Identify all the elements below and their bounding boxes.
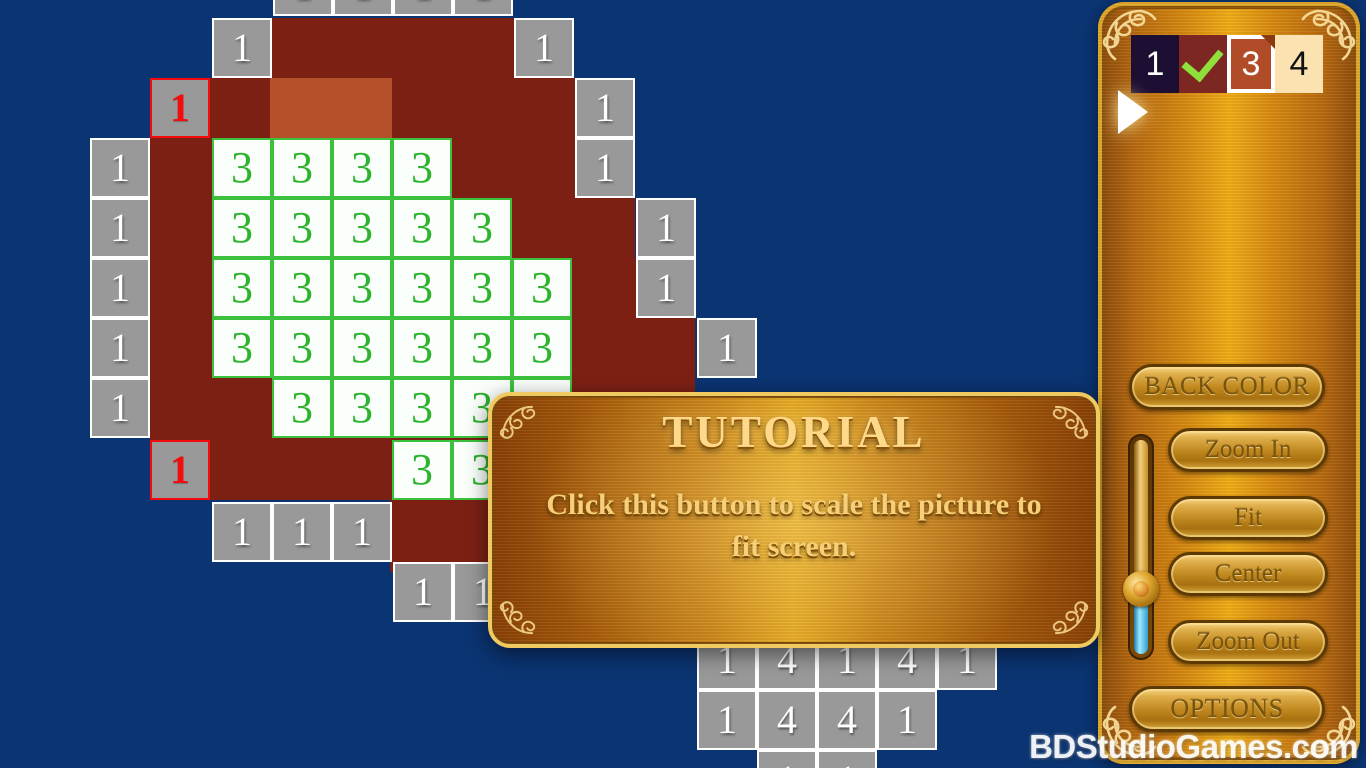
zoom-out-button[interactable]: Zoom Out [1168,620,1328,664]
dog-ear-icon [1261,35,1275,49]
palette-swatch-4[interactable]: 4 [1275,35,1323,93]
clue-cell[interactable]: 1 [90,378,150,438]
clue-cell[interactable]: 1 [90,138,150,198]
open-number-cell[interactable]: 3 [392,258,452,318]
options-button[interactable]: OPTIONS [1129,686,1325,732]
open-number-cell[interactable]: 3 [332,318,392,378]
open-number-cell[interactable]: 3 [332,198,392,258]
tutorial-dialog[interactable]: TUTORIAL Click this button to scale the … [488,392,1100,648]
open-number-cell[interactable]: 3 [392,198,452,258]
clue-cell[interactable]: 1 [90,258,150,318]
clue-cell[interactable]: 1 [90,198,150,258]
open-number-cell[interactable]: 3 [452,258,512,318]
open-number-cell[interactable]: 3 [452,198,512,258]
open-number-cell[interactable]: 3 [392,138,452,198]
clue-cell-selected[interactable]: 1 [150,440,210,500]
clue-cell[interactable]: 1 [272,502,332,562]
open-number-cell[interactable]: 3 [512,318,572,378]
control-panel: 134 BACK COLOR Zoom In Fit Center Zoom O… [1098,2,1360,764]
clue-cell[interactable]: 1 [90,318,150,378]
open-number-cell[interactable]: 3 [332,138,392,198]
open-number-cell[interactable]: 3 [332,258,392,318]
clue-cell[interactable]: 1 [877,690,937,750]
zoom-slider-knob[interactable] [1123,571,1159,607]
open-number-cell[interactable]: 3 [272,138,332,198]
ornament-corner-icon [1052,601,1089,635]
clue-cell[interactable]: 4 [757,690,817,750]
open-number-cell[interactable]: 3 [332,378,392,438]
clue-cell[interactable]: 1 [575,138,635,198]
color-palette[interactable]: 134 [1131,35,1323,93]
open-number-cell[interactable]: 3 [212,198,272,258]
zoom-slider-fill-upper [1134,440,1148,590]
clue-cell[interactable]: 1 [575,78,635,138]
clue-cell[interactable]: 1 [636,258,696,318]
clue-cell[interactable]: 1 [636,198,696,258]
fit-button[interactable]: Fit [1168,496,1328,540]
palette-swatch-1[interactable]: 1 [1131,35,1179,93]
clue-cell[interactable]: 1 [757,750,817,768]
center-button[interactable]: Center [1168,552,1328,596]
clue-cell[interactable]: 1 [333,0,393,16]
clue-cell[interactable]: 1 [697,318,757,378]
clue-cell[interactable]: 1 [697,690,757,750]
puzzle-board[interactable]: 3333333333333333333333333333311111111111… [0,0,1100,768]
open-number-cell[interactable]: 3 [212,258,272,318]
watermark: BDStudioGames.com [1029,728,1358,765]
clue-cell[interactable]: 1 [332,502,392,562]
zoom-in-button[interactable]: Zoom In [1168,428,1328,472]
clue-cell-selected[interactable]: 1 [150,78,210,138]
clue-cell[interactable]: 1 [393,562,453,622]
open-number-cell[interactable]: 3 [452,318,512,378]
zoom-slider[interactable] [1123,434,1159,660]
clue-cell[interactable]: 1 [212,18,272,78]
tutorial-title: TUTORIAL [662,407,926,457]
clue-cell[interactable]: 1 [212,502,272,562]
clue-cell[interactable]: 1 [817,750,877,768]
open-number-cell[interactable]: 3 [512,258,572,318]
tutorial-message: Click this button to scale the picture t… [546,488,1042,563]
ornament-corner-icon [499,601,536,635]
open-number-cell[interactable]: 3 [392,318,452,378]
open-number-cell[interactable]: 3 [392,378,452,438]
tutorial-pointer-arrow-icon [1118,90,1148,134]
open-number-cell[interactable]: 3 [272,378,332,438]
clue-cell[interactable]: 4 [817,690,877,750]
check-icon [1180,38,1224,83]
palette-swatch-3[interactable]: 3 [1227,35,1275,93]
clue-cell[interactable]: 1 [514,18,574,78]
clue-cell[interactable]: 1 [393,0,453,16]
painted-region[interactable] [270,18,515,78]
clue-cell[interactable]: 1 [453,0,513,16]
clue-cell[interactable]: 1 [273,0,333,16]
palette-swatch-2[interactable] [1179,35,1227,93]
back-color-button[interactable]: BACK COLOR [1129,364,1325,410]
open-number-cell[interactable]: 3 [272,258,332,318]
open-number-cell[interactable]: 3 [272,198,332,258]
open-number-cell[interactable]: 3 [272,318,332,378]
painted-region[interactable] [270,78,392,138]
open-number-cell[interactable]: 3 [212,318,272,378]
open-number-cell[interactable]: 3 [212,138,272,198]
open-number-cell[interactable]: 3 [392,440,452,500]
